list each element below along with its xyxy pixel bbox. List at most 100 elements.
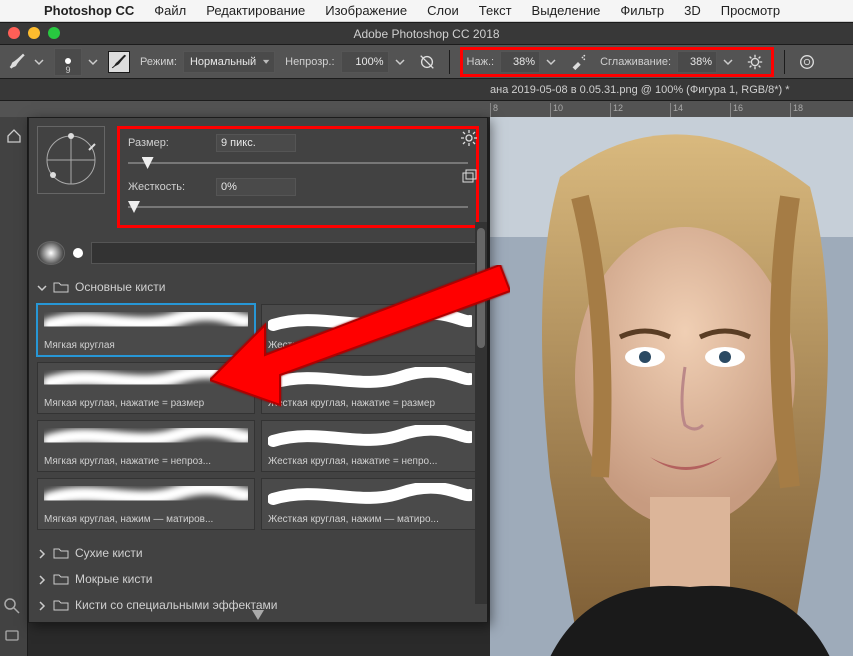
- brush-recent-icon[interactable]: [73, 248, 83, 258]
- folder-label: Основные кисти: [75, 280, 165, 294]
- brush-preset-popover: Размер: 9 пикс. Жесткость: 0%: [28, 117, 488, 623]
- folder-label: Мокрые кисти: [75, 572, 153, 586]
- menu-filter[interactable]: Фильтр: [610, 3, 674, 18]
- brush-stroke-preview-icon: [268, 367, 472, 391]
- menu-edit[interactable]: Редактирование: [196, 3, 315, 18]
- pressure-opacity-icon[interactable]: [415, 50, 439, 74]
- size-value: 9 пикс.: [221, 137, 256, 149]
- folder-dry-brushes[interactable]: Сухие кисти: [37, 540, 479, 566]
- window-titlebar: Adobe Photoshop CC 2018: [0, 23, 853, 45]
- hardness-slider[interactable]: [128, 199, 468, 215]
- airbrush-icon[interactable]: [566, 50, 590, 74]
- home-icon[interactable]: [3, 125, 25, 147]
- opacity-field[interactable]: 100%: [341, 51, 389, 73]
- app-window: Adobe Photoshop CC 2018 9 Режим: Нормаль…: [0, 22, 853, 656]
- tools-panel: [0, 117, 28, 656]
- menu-text[interactable]: Текст: [469, 3, 522, 18]
- brush-tile[interactable]: Жесткая круглая: [261, 304, 479, 356]
- app-menu[interactable]: Photoshop CC: [34, 3, 144, 18]
- brush-tile-label: Мягкая круглая, нажатие = непроз...: [44, 456, 248, 467]
- chevron-right-icon: [37, 574, 47, 584]
- brush-preset-dropdown-icon[interactable]: [88, 57, 98, 67]
- window-traffic-lights[interactable]: [8, 27, 60, 39]
- menu-image[interactable]: Изображение: [315, 3, 417, 18]
- canvas[interactable]: [490, 117, 853, 656]
- size-field[interactable]: 9 пикс.: [216, 134, 296, 152]
- brush-tile-label: Жесткая круглая: [268, 340, 472, 351]
- flow-field[interactable]: 38%: [500, 51, 540, 73]
- smoothing-value: 38%: [690, 56, 712, 68]
- popover-scrollbar[interactable]: [475, 222, 487, 604]
- brush-stroke-preview-icon: [268, 425, 472, 449]
- brush-search-field[interactable]: [91, 242, 479, 264]
- ruler-tick: 18: [790, 103, 850, 117]
- folder-basic-brushes[interactable]: Основные кисти: [37, 274, 479, 300]
- flow-dropdown-icon[interactable]: [546, 57, 556, 67]
- folder-icon: [53, 547, 69, 559]
- brush-preset-picker[interactable]: 9: [54, 48, 82, 76]
- menu-3d[interactable]: 3D: [674, 3, 711, 18]
- brush-tile-label: Жесткая круглая, нажатие = непро...: [268, 456, 472, 467]
- brush-tile[interactable]: Мягкая круглая: [37, 304, 255, 356]
- hardness-label: Жесткость:: [128, 181, 206, 193]
- close-icon[interactable]: [8, 27, 20, 39]
- menu-view[interactable]: Просмотр: [711, 3, 790, 18]
- highlighted-size-hardness: Размер: 9 пикс. Жесткость: 0%: [117, 126, 479, 228]
- brush-tile[interactable]: Жесткая круглая, нажатие = непро...: [261, 420, 479, 472]
- brush-tile[interactable]: Мягкая круглая, нажатие = размер: [37, 362, 255, 414]
- hardness-field[interactable]: 0%: [216, 178, 296, 196]
- horizontal-ruler: 8 10 12 14 16 18: [0, 101, 853, 117]
- brush-tile[interactable]: Мягкая круглая, нажатие = непроз...: [37, 420, 255, 472]
- maximize-icon[interactable]: [48, 27, 60, 39]
- tool-dropdown-icon[interactable]: [34, 57, 44, 67]
- folder-icon: [53, 281, 69, 293]
- brush-recent-strip: [37, 240, 479, 266]
- brush-stroke-preview-icon: [44, 309, 248, 333]
- brush-tool-icon[interactable]: [8, 52, 28, 72]
- brush-tile-label: Мягкая круглая: [44, 340, 248, 351]
- document-tab-bar: ана 2019-05-08 в 0.05.31.png @ 100% (Фиг…: [0, 79, 853, 101]
- brush-tile[interactable]: Жесткая круглая, нажатие = размер: [261, 362, 479, 414]
- blend-mode-value: Нормальный: [190, 56, 256, 68]
- folder-wet-brushes[interactable]: Мокрые кисти: [37, 566, 479, 592]
- zoom-icon[interactable]: [4, 598, 20, 617]
- chevron-right-icon: [37, 600, 47, 610]
- brush-tile[interactable]: Мягкая круглая, нажим — матиров...: [37, 478, 255, 530]
- brush-preview-icon: [65, 58, 71, 64]
- brush-stroke-preview-icon: [44, 367, 248, 391]
- highlighted-flow-smoothing: Наж.: 38% Сглаживание: 38%: [460, 47, 775, 77]
- menu-layers[interactable]: Слои: [417, 3, 469, 18]
- smoothing-settings-icon[interactable]: [743, 50, 767, 74]
- chevron-right-icon: [37, 548, 47, 558]
- brush-stroke-preview-icon: [44, 425, 248, 449]
- brush-tile[interactable]: Жесткая круглая, нажим — матиро...: [261, 478, 479, 530]
- document-tab[interactable]: ана 2019-05-08 в 0.05.31.png @ 100% (Фиг…: [480, 84, 800, 96]
- smoothing-field[interactable]: 38%: [677, 51, 717, 73]
- brush-panel-toggle[interactable]: [108, 51, 130, 73]
- gear-icon[interactable]: [457, 126, 481, 150]
- size-label: Размер:: [128, 137, 206, 149]
- smoothing-dropdown-icon[interactable]: [723, 57, 733, 67]
- blend-mode-select[interactable]: Нормальный: [183, 51, 275, 73]
- pressure-size-icon[interactable]: [795, 50, 819, 74]
- brush-tree: Основные кисти Мягкая круглая Жесткая кр…: [29, 270, 487, 622]
- brush-angle-widget[interactable]: [37, 126, 105, 194]
- brush-stroke-preview-icon: [44, 483, 248, 507]
- hand-icon[interactable]: [4, 627, 20, 646]
- brush-tile-label: Мягкая круглая, нажатие = размер: [44, 398, 248, 409]
- minimize-icon[interactable]: [28, 27, 40, 39]
- ruler-tick: 14: [670, 103, 730, 117]
- size-slider[interactable]: [128, 155, 468, 171]
- separator: [449, 50, 450, 74]
- document-area: Размер: 9 пикс. Жесткость: 0%: [0, 117, 853, 656]
- brush-recent-icon[interactable]: [37, 241, 65, 265]
- brush-stroke-preview-icon: [268, 309, 472, 333]
- status-bar-icons: [4, 598, 20, 646]
- brush-tile-label: Жесткая круглая, нажим — матиро...: [268, 514, 472, 525]
- menu-file[interactable]: Файл: [144, 3, 196, 18]
- menu-select[interactable]: Выделение: [522, 3, 611, 18]
- opacity-dropdown-icon[interactable]: [395, 57, 405, 67]
- brush-tile-label: Мягкая круглая, нажим — матиров...: [44, 514, 248, 525]
- opacity-value: 100%: [355, 56, 383, 68]
- folder-label: Сухие кисти: [75, 546, 143, 560]
